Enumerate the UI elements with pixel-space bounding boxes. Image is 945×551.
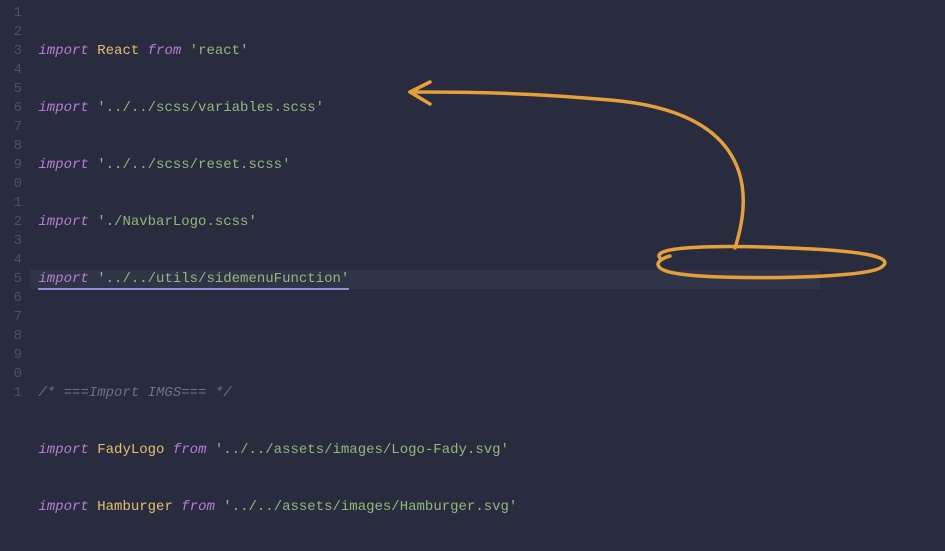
line-number: 5 [0,270,30,289]
line-number: 3 [0,232,30,251]
code-area[interactable]: import React from 'react' import '../../… [30,0,820,551]
code-line[interactable]: import Hamburger from '../../assets/imag… [30,498,820,517]
line-number: 4 [0,251,30,270]
code-line[interactable]: /* ===Import IMGS=== */ [30,384,820,403]
line-number: 2 [0,213,30,232]
line-number: 9 [0,156,30,175]
line-number: 1 [0,384,30,403]
code-line[interactable]: import FadyLogo from '../../assets/image… [30,441,820,460]
line-number: 1 [0,194,30,213]
line-number: 7 [0,308,30,327]
code-line[interactable]: import './NavbarLogo.scss' [30,213,820,232]
line-number: 0 [0,365,30,384]
code-line[interactable]: import React from 'react' [30,42,820,61]
line-number: 3 [0,42,30,61]
line-number: 8 [0,137,30,156]
line-number: 6 [0,289,30,308]
line-number: 4 [0,61,30,80]
code-line[interactable]: import '../../scss/reset.scss' [30,156,820,175]
line-number: 1 [0,4,30,23]
code-line[interactable]: import '../../utils/sidemenuFunction' [30,270,820,289]
code-line[interactable] [30,327,820,346]
code-line[interactable]: import '../../scss/variables.scss' [30,99,820,118]
line-number: 6 [0,99,30,118]
line-number: 7 [0,118,30,137]
line-number: 0 [0,175,30,194]
line-number: 8 [0,327,30,346]
code-editor[interactable]: 1 2 3 4 5 6 7 8 9 0 1 2 3 4 5 6 7 8 9 0 … [0,0,945,551]
line-number-gutter: 1 2 3 4 5 6 7 8 9 0 1 2 3 4 5 6 7 8 9 0 … [0,0,30,551]
line-number: 5 [0,80,30,99]
line-number: 9 [0,346,30,365]
line-number: 2 [0,23,30,42]
